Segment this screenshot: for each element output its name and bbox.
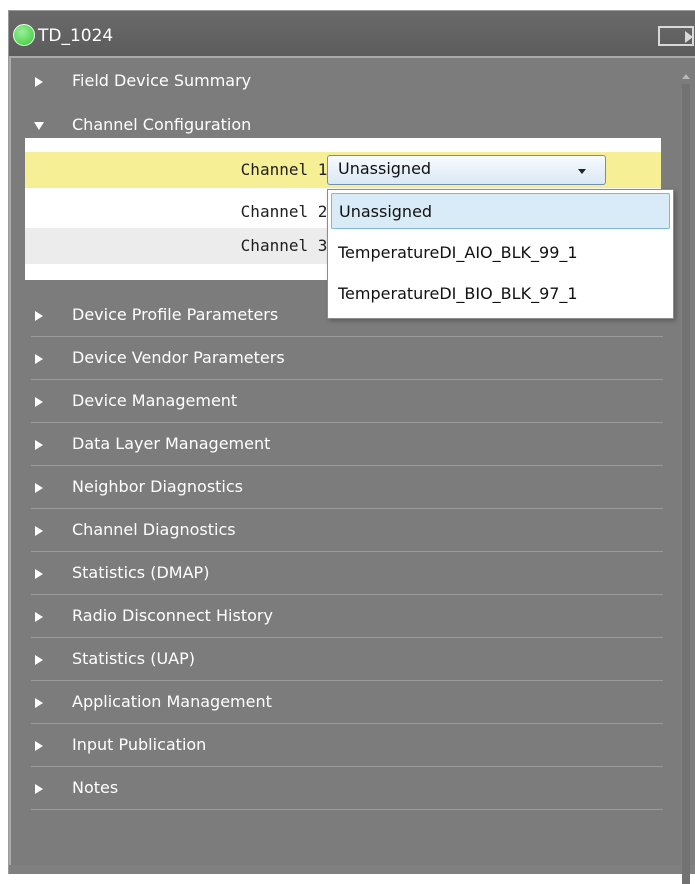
section-input-publication[interactable]: Input Publication xyxy=(31,724,663,767)
dropdown-option[interactable]: Unassigned xyxy=(331,193,670,229)
vertical-scrollbar[interactable] xyxy=(682,84,690,884)
section-neighbor-diagnostics[interactable]: Neighbor Diagnostics xyxy=(31,466,663,509)
scroll-up-arrow-icon[interactable] xyxy=(682,74,690,79)
section-label: Radio Disconnect History xyxy=(72,606,273,625)
section-label: Statistics (UAP) xyxy=(72,649,196,668)
section-data-layer-management[interactable]: Data Layer Management xyxy=(31,423,663,466)
expand-arrow-icon xyxy=(35,354,43,364)
option-label: TemperatureDI_AIO_BLK_99_1 xyxy=(338,243,578,262)
section-label: Neighbor Diagnostics xyxy=(72,477,244,496)
expand-arrow-icon xyxy=(35,440,43,450)
section-field-device-summary[interactable]: Field Device Summary xyxy=(31,60,663,102)
select-value: Unassigned xyxy=(338,159,432,178)
collapse-arrow-icon xyxy=(34,122,44,130)
section-application-management[interactable]: Application Management xyxy=(31,681,663,724)
expand-arrow-icon xyxy=(35,741,43,751)
section-radio-disconnect-history[interactable]: Radio Disconnect History xyxy=(31,595,663,638)
section-statistics-uap[interactable]: Statistics (UAP) xyxy=(31,638,663,681)
expand-arrow-icon xyxy=(35,784,43,794)
section-device-management[interactable]: Device Management xyxy=(31,380,663,423)
section-label: Notes xyxy=(72,778,119,797)
section-label: Device Management xyxy=(72,391,238,410)
expand-arrow-icon xyxy=(35,569,43,579)
expand-arrow-icon xyxy=(35,526,43,536)
expand-arrow-icon xyxy=(35,311,43,321)
expand-arrow-icon xyxy=(35,655,43,665)
expand-panel-button[interactable] xyxy=(658,26,694,46)
section-label: Data Layer Management xyxy=(72,434,271,453)
window-title: TD_1024 xyxy=(38,26,114,46)
expand-arrow-icon xyxy=(35,77,43,87)
dropdown-option[interactable]: TemperatureDI_AIO_BLK_99_1 xyxy=(331,235,670,271)
channel-1-select[interactable]: Unassigned xyxy=(327,155,606,185)
option-label: TemperatureDI_BIO_BLK_97_1 xyxy=(338,284,578,303)
channel-1-dropdown-list: Unassigned TemperatureDI_AIO_BLK_99_1 Te… xyxy=(327,189,674,319)
section-label: Statistics (DMAP) xyxy=(72,563,210,582)
play-arrow-icon xyxy=(685,31,693,43)
expand-arrow-icon xyxy=(35,698,43,708)
section-channel-diagnostics[interactable]: Channel Diagnostics xyxy=(31,509,663,552)
channel-label: Channel 2: xyxy=(240,202,337,221)
dropdown-option[interactable]: TemperatureDI_BIO_BLK_97_1 xyxy=(331,276,670,312)
section-label: Application Management xyxy=(72,692,272,711)
section-notes[interactable]: Notes xyxy=(31,767,663,810)
section-label: Device Vendor Parameters xyxy=(72,348,285,367)
section-label: Channel Configuration xyxy=(72,115,252,134)
chevron-down-icon xyxy=(578,169,586,174)
expand-arrow-icon xyxy=(35,483,43,493)
section-label: Input Publication xyxy=(72,735,207,754)
section-label: Device Profile Parameters xyxy=(72,305,279,324)
section-label: Channel Diagnostics xyxy=(72,520,236,539)
channel-row-1: Channel 1: Unassigned xyxy=(25,152,661,188)
option-label: Unassigned xyxy=(339,202,433,221)
section-label: Field Device Summary xyxy=(72,71,252,90)
status-indicator-icon xyxy=(13,24,35,46)
channel-label: Channel 1: xyxy=(240,160,337,179)
channel-label: Channel 3: xyxy=(240,236,337,255)
section-device-vendor-parameters[interactable]: Device Vendor Parameters xyxy=(31,337,663,380)
title-bar: TD_1024 xyxy=(9,11,695,61)
expand-arrow-icon xyxy=(35,397,43,407)
section-statistics-dmap[interactable]: Statistics (DMAP) xyxy=(31,552,663,595)
expand-arrow-icon xyxy=(35,612,43,622)
